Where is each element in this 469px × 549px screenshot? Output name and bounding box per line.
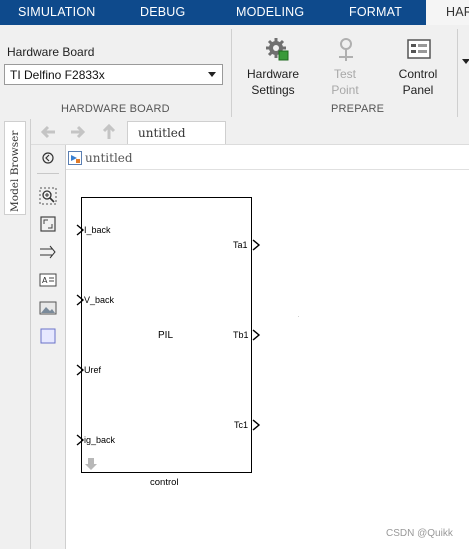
- look-under-mask-arrow-icon[interactable]: [84, 458, 98, 471]
- hardware-board-label: Hardware Board: [7, 45, 95, 59]
- svg-text:A: A: [42, 276, 48, 285]
- up-arrow-icon[interactable]: [99, 122, 119, 142]
- block-center-label: PIL: [158, 330, 174, 341]
- test-point-button[interactable]: Test Point: [310, 35, 380, 97]
- chevron-down-icon: [208, 72, 216, 77]
- zoom-icon[interactable]: [39, 187, 57, 205]
- editor-navbar: untitled: [31, 119, 469, 145]
- input-port-label: Uref: [84, 365, 102, 375]
- tab-format[interactable]: FORMAT: [349, 0, 402, 25]
- ribbon: Hardware Board TI Delfino F2833x HARDWAR…: [0, 25, 469, 120]
- block-name-label[interactable]: control: [150, 477, 179, 488]
- back-arrow-icon[interactable]: [39, 122, 59, 142]
- annotation-icon[interactable]: A: [39, 271, 57, 289]
- hide-show-explorer-icon[interactable]: [39, 149, 57, 167]
- canvas-speck: [298, 316, 299, 317]
- input-port-label: V_back: [84, 295, 115, 305]
- control-panel-label: Control Panel: [398, 67, 438, 97]
- input-port-label: ig_back: [84, 435, 116, 445]
- toolstrip-tabbar: SIMULATION DEBUG MODELING FORMAT HAR: [0, 0, 469, 25]
- section-label-prepare: PREPARE: [331, 103, 385, 115]
- route-lines-icon[interactable]: [39, 243, 57, 261]
- section-label-hardware-board: HARDWARE BOARD: [61, 103, 170, 115]
- tab-debug[interactable]: DEBUG: [140, 0, 185, 25]
- forward-arrow-icon[interactable]: [67, 122, 87, 142]
- image-icon[interactable]: [39, 299, 57, 317]
- model-browser-label: Model Browser: [9, 130, 21, 212]
- hardware-settings-label: Hardware Settings: [246, 67, 300, 97]
- prepare-section: Hardware Settings Test Point Control Pan…: [231, 29, 458, 117]
- tab-modeling[interactable]: MODELING: [236, 0, 304, 25]
- hardware-board-value: TI Delfino F2833x: [10, 68, 105, 82]
- model-tab-label: untitled: [138, 126, 186, 140]
- breadcrumb-label[interactable]: untitled: [85, 151, 133, 165]
- output-port-arrow-icon: [252, 239, 261, 251]
- output-port-label: Ta1: [233, 240, 248, 250]
- hardware-settings-button[interactable]: Hardware Settings: [238, 35, 308, 97]
- palette-divider: [37, 173, 59, 174]
- test-point-label: Test Point: [331, 67, 359, 97]
- test-point-icon: [339, 38, 353, 61]
- model-browser-tab[interactable]: Model Browser: [4, 121, 26, 215]
- hardware-board-select[interactable]: TI Delfino F2833x: [4, 64, 223, 85]
- fit-to-view-icon[interactable]: [39, 215, 57, 233]
- input-port-label: I_back: [84, 225, 111, 235]
- ribbon-more-chevron-icon[interactable]: [462, 59, 469, 64]
- tab-simulation[interactable]: SIMULATION: [18, 0, 95, 25]
- ribbon-divider: [457, 29, 458, 117]
- output-port-arrow-icon: [252, 419, 261, 431]
- breadcrumb: untitled: [66, 147, 469, 170]
- output-port-label: Tc1: [234, 420, 249, 430]
- output-port-arrow-icon: [252, 329, 261, 341]
- area-icon[interactable]: [39, 327, 57, 345]
- gear-chip-icon: [266, 38, 289, 61]
- model-icon: [68, 151, 82, 165]
- watermark: CSDN @Quikk: [386, 528, 453, 539]
- tool-palette: A: [31, 145, 66, 549]
- model-tab-untitled[interactable]: untitled: [127, 121, 226, 144]
- tab-hardware[interactable]: HAR: [426, 0, 469, 25]
- control-panel-button[interactable]: Control Panel: [383, 35, 453, 97]
- model-browser-strip: Model Browser: [0, 119, 31, 549]
- control-panel-icon: [407, 39, 431, 59]
- output-port-label: Tb1: [233, 330, 249, 340]
